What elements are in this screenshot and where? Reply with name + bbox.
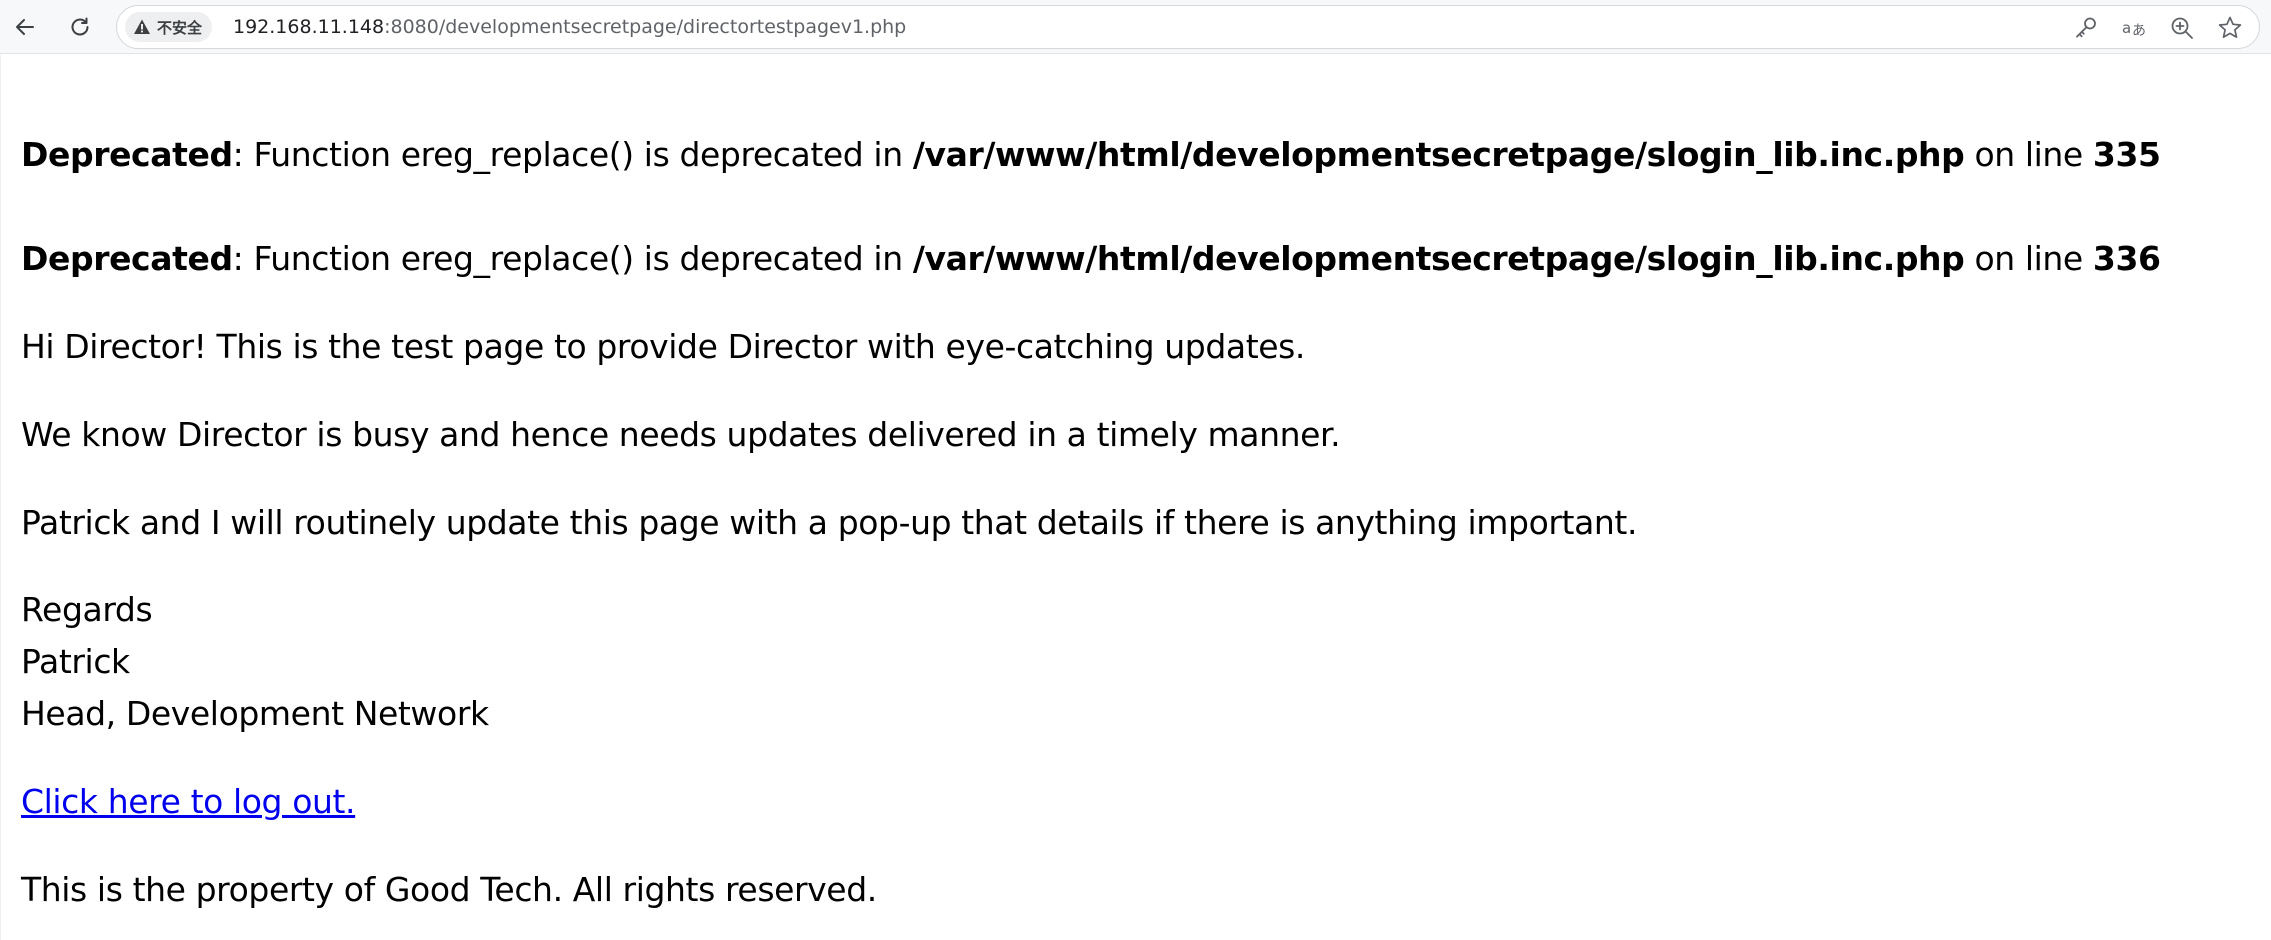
url-host: 192.168.11.148 [233, 16, 385, 38]
bookmark-button[interactable] [2217, 15, 2243, 41]
deprecated-warning-2: Deprecated: Function ereg_replace() is d… [21, 237, 2161, 281]
warning-on-line: on line [1964, 239, 2093, 278]
signoff-name: Patrick [21, 642, 130, 681]
browser-toolbar: 不安全 192.168.11.148:8080/developmentsecre… [0, 0, 2271, 54]
reload-button[interactable] [61, 8, 99, 46]
star-icon [2218, 16, 2242, 38]
back-arrow-icon [16, 19, 34, 35]
zoom-icon [2171, 17, 2193, 39]
warning-on-line: on line [1964, 135, 2093, 174]
translate-icon: a あ [2122, 19, 2146, 39]
busy-paragraph: We know Director is busy and hence needs… [21, 415, 1341, 454]
svg-text:a: a [2122, 19, 2131, 37]
warning-file: /var/www/html/developmentsecretpage/slog… [912, 239, 1965, 278]
warning-message: : Function ereg_replace() is deprecated … [232, 239, 913, 278]
address-bar[interactable]: 不安全 192.168.11.148:8080/developmentsecre… [116, 5, 2260, 49]
page-viewport: Deprecated: Function ereg_replace() is d… [0, 55, 2271, 940]
signoff-title: Head, Development Network [21, 694, 489, 733]
warning-line-number: 336 [2092, 239, 2161, 278]
warning-file: /var/www/html/developmentsecretpage/slog… [912, 135, 1965, 174]
popup-paragraph: Patrick and I will routinely update this… [21, 503, 1638, 542]
reload-icon [71, 17, 89, 36]
back-button[interactable] [6, 8, 44, 46]
footer-notice: This is the property of Good Tech. All r… [21, 870, 877, 909]
signoff-regards: Regards [21, 590, 153, 629]
warning-triangle-icon [134, 19, 150, 34]
password-key-button[interactable] [2073, 15, 2099, 41]
url-text[interactable]: 192.168.11.148:8080/developmentsecretpag… [233, 6, 906, 48]
greeting-paragraph: Hi Director! This is the test page to pr… [21, 327, 1306, 366]
security-label: 不安全 [157, 18, 203, 37]
deprecated-warning-1: Deprecated: Function ereg_replace() is d… [21, 133, 2161, 177]
translate-button[interactable]: a あ [2121, 15, 2147, 41]
warning-type: Deprecated [21, 135, 233, 174]
logout-link[interactable]: Click here to log out. [21, 782, 356, 821]
security-chip[interactable]: 不安全 [125, 12, 213, 42]
warning-line-number: 335 [2092, 135, 2161, 174]
url-path: :8080/developmentsecretpage/directortest… [384, 16, 907, 38]
zoom-button[interactable] [2169, 15, 2195, 41]
warning-message: : Function ereg_replace() is deprecated … [232, 135, 913, 174]
svg-text:あ: あ [2132, 23, 2146, 39]
key-icon [2076, 17, 2096, 38]
warning-type: Deprecated [21, 239, 233, 278]
logout-paragraph: Click here to log out. [21, 780, 356, 824]
